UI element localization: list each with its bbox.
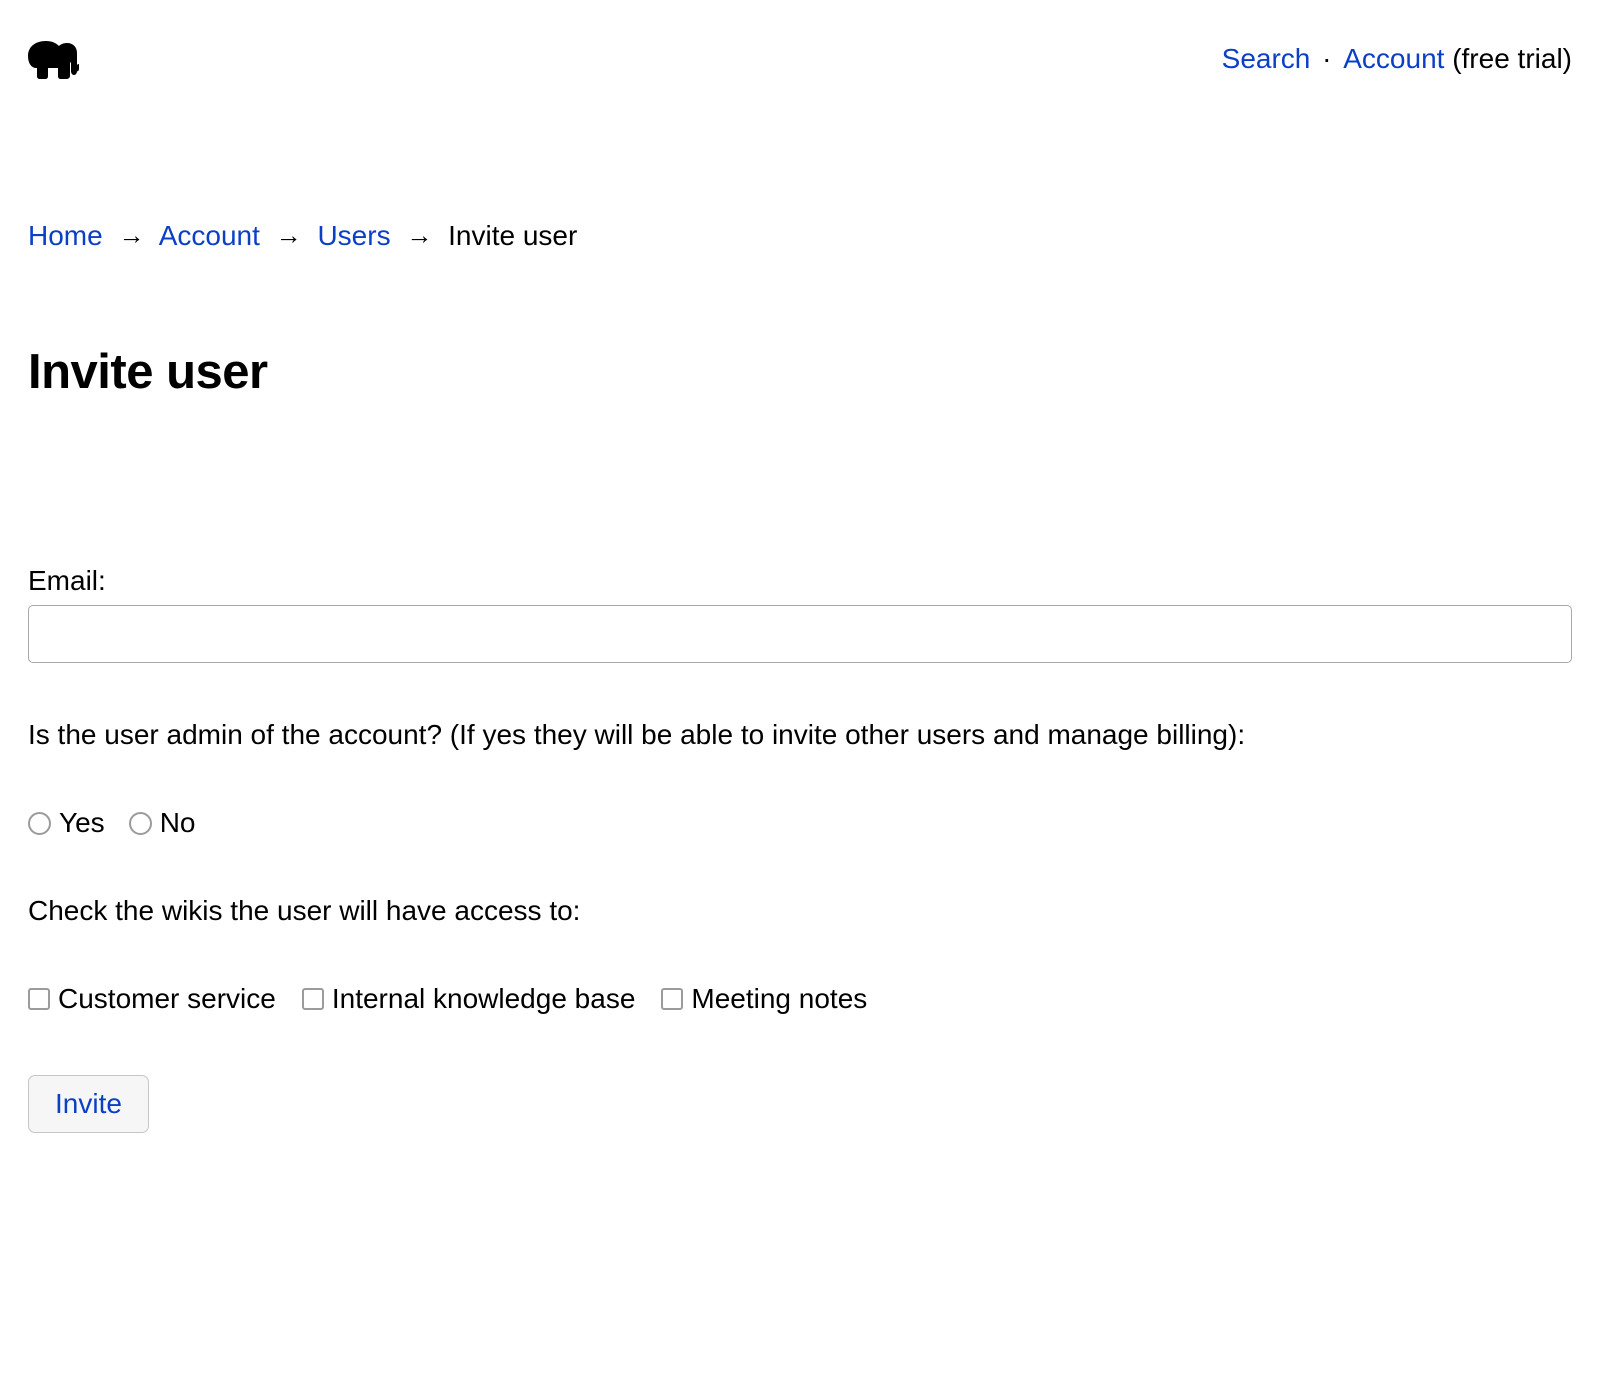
wiki-label: Internal knowledge base bbox=[332, 983, 636, 1015]
header: Search · Account (free trial) bbox=[28, 38, 1572, 80]
wiki-checkbox[interactable] bbox=[661, 988, 683, 1010]
admin-radio-group: Yes No bbox=[28, 807, 1572, 839]
arrow-icon: → bbox=[118, 220, 144, 251]
breadcrumb-current: Invite user bbox=[448, 220, 577, 251]
separator: · bbox=[1322, 43, 1339, 74]
breadcrumb-users[interactable]: Users bbox=[317, 220, 390, 251]
arrow-icon: → bbox=[406, 220, 432, 251]
admin-no-label: No bbox=[160, 807, 196, 839]
arrow-icon: → bbox=[276, 220, 302, 251]
admin-no-option[interactable]: No bbox=[129, 807, 196, 839]
wikis-checkbox-group: Customer service Internal knowledge base… bbox=[28, 983, 1572, 1015]
wiki-option-meeting-notes[interactable]: Meeting notes bbox=[661, 983, 867, 1015]
wikis-label: Check the wikis the user will have acces… bbox=[28, 895, 1572, 927]
wiki-option-internal-kb[interactable]: Internal knowledge base bbox=[302, 983, 636, 1015]
breadcrumb-home[interactable]: Home bbox=[28, 220, 103, 251]
wiki-label: Meeting notes bbox=[691, 983, 867, 1015]
invite-button[interactable]: Invite bbox=[28, 1075, 149, 1133]
breadcrumb-account[interactable]: Account bbox=[159, 220, 260, 251]
admin-yes-label: Yes bbox=[59, 807, 105, 839]
page-title: Invite user bbox=[28, 344, 1572, 400]
wiki-label: Customer service bbox=[58, 983, 276, 1015]
admin-question: Is the user admin of the account? (If ye… bbox=[28, 719, 1572, 751]
wiki-checkbox[interactable] bbox=[28, 988, 50, 1010]
email-field[interactable] bbox=[28, 605, 1572, 663]
trial-label-text: (free trial) bbox=[1452, 43, 1572, 74]
account-link[interactable]: Account bbox=[1343, 43, 1444, 74]
admin-yes-option[interactable]: Yes bbox=[28, 807, 105, 839]
breadcrumb: Home → Account → Users → Invite user bbox=[28, 220, 1572, 252]
wiki-option-customer-service[interactable]: Customer service bbox=[28, 983, 276, 1015]
wiki-checkbox[interactable] bbox=[302, 988, 324, 1010]
search-link[interactable]: Search bbox=[1222, 43, 1311, 74]
logo-icon[interactable] bbox=[28, 38, 80, 80]
header-nav: Search · Account (free trial) bbox=[1222, 43, 1572, 75]
email-label: Email: bbox=[28, 565, 1572, 597]
admin-yes-radio[interactable] bbox=[28, 812, 51, 835]
admin-no-radio[interactable] bbox=[129, 812, 152, 835]
email-group: Email: bbox=[28, 565, 1572, 663]
